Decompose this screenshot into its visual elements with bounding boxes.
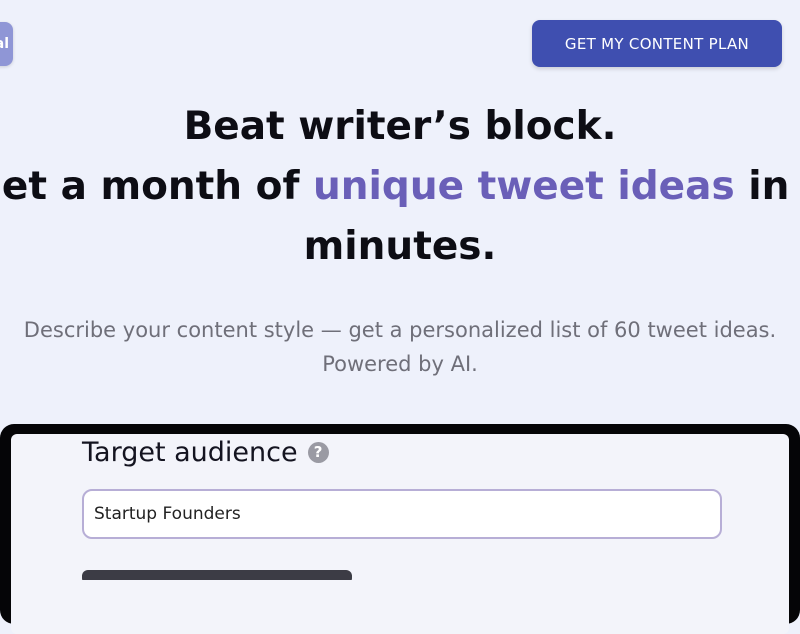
hero-accent-text: unique tweet ideas — [313, 164, 735, 209]
hero-title-line-2: Get a month of unique tweet ideas in 2 — [0, 164, 800, 209]
get-content-plan-button[interactable]: GET MY CONTENT PLAN — [532, 20, 782, 67]
target-audience-label: Target audience ? — [82, 437, 329, 468]
hero-line-2-start: Get a month of — [0, 164, 313, 209]
logo-text: al — [0, 36, 9, 52]
hero-title-line-3: minutes. — [303, 224, 497, 269]
next-field-label-fragment — [82, 570, 352, 580]
hero-line-2-end: in 2 — [748, 164, 800, 209]
question-circle-icon[interactable]: ? — [307, 442, 329, 463]
next-field-label-cutoff — [82, 560, 382, 580]
logo-badge[interactable]: al — [0, 22, 13, 66]
hero-title-line-1: Beat writer’s block. — [183, 104, 617, 149]
subtitle-line-2: Powered by AI. — [322, 352, 478, 376]
target-audience-input[interactable] — [82, 489, 722, 539]
target-audience-label-text: Target audience — [82, 437, 298, 468]
subtitle-line-1: Describe your content style — get a pers… — [23, 318, 777, 342]
